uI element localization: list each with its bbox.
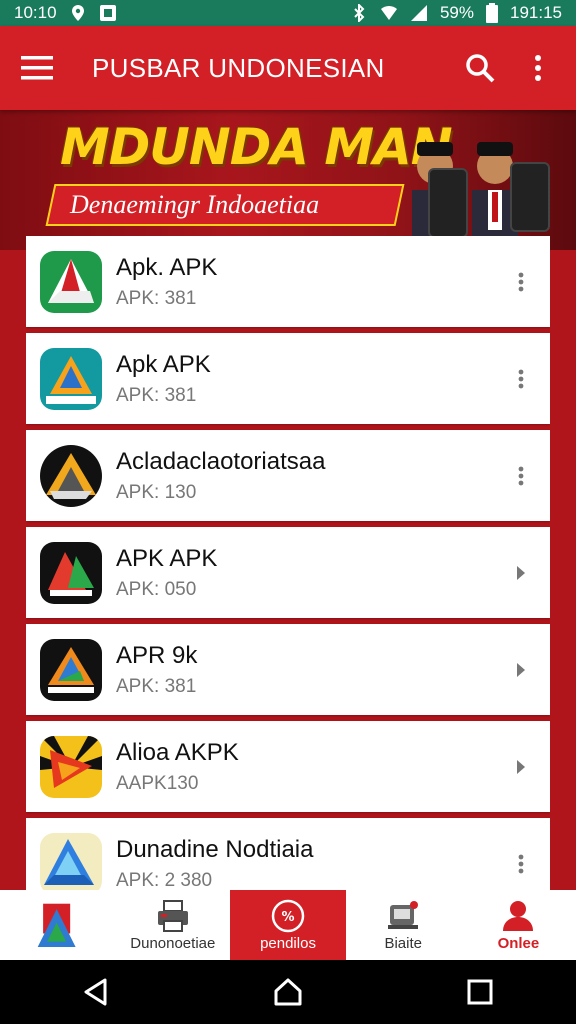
chevron-right-icon <box>517 565 525 580</box>
app-name: Acladaclaotoriatsaa <box>116 447 326 475</box>
more-vertical-icon <box>518 854 524 873</box>
app-version: APK: 381 <box>116 384 197 406</box>
nav-label: pendilos <box>260 934 316 952</box>
phone-illustration <box>510 162 550 232</box>
list-item[interactable]: Acladaclaotoriatsaa APK: 130 <box>26 430 550 521</box>
list-item[interactable]: Alioa AKPK AAPK130 <box>26 721 550 812</box>
app-icon-triangle-blue <box>40 832 102 890</box>
system-navigation-bar <box>0 960 576 1024</box>
app-icon-sunburst <box>40 735 102 798</box>
app-title: PUSBAR UNDONESIAN <box>92 52 385 83</box>
item-arrow-button[interactable] <box>506 558 536 588</box>
sale-icon: % <box>271 899 305 932</box>
battery-percent: 59% <box>439 3 474 22</box>
app-name: APR 9k <box>116 641 198 669</box>
promo-banner[interactable]: MDUNDA MAN Denaemingr Indoaetiaa <box>0 110 576 250</box>
banner-headline: MDUNDA MAN <box>60 118 453 176</box>
item-more-button[interactable] <box>506 267 536 297</box>
app-version: APK: 381 <box>116 287 197 309</box>
item-more-button[interactable] <box>506 364 536 394</box>
location-icon <box>71 5 84 21</box>
list-item[interactable]: APK APK APK: 050 <box>26 527 550 618</box>
nav-label: Dunonoetiae <box>130 934 216 952</box>
more-vertical-icon <box>535 55 541 81</box>
list-item[interactable]: Apk APK APK: 381 <box>26 333 550 424</box>
back-button[interactable] <box>76 972 116 1012</box>
status-bar: 10:10 59% 191:15 <box>0 0 576 26</box>
chevron-right-icon <box>517 759 525 774</box>
wifi-icon <box>380 5 397 20</box>
item-more-button[interactable] <box>506 849 536 879</box>
back-triangle-icon <box>84 978 107 1006</box>
home-button[interactable] <box>268 972 308 1012</box>
app-name: APK APK <box>116 544 218 572</box>
nav-label: Biaite <box>384 934 422 952</box>
app-list: Apk. APK APK: 381 Apk APK APK: 381 Aclad… <box>26 236 550 890</box>
item-arrow-button[interactable] <box>506 655 536 685</box>
signal-icon <box>410 5 427 21</box>
recents-button[interactable] <box>460 972 500 1012</box>
item-more-button[interactable] <box>506 461 536 491</box>
nav-dunonoetiae[interactable]: Dunonoetiae <box>115 890 230 960</box>
app-version: APK: 050 <box>116 578 197 600</box>
svg-text:%: % <box>281 910 294 925</box>
scanner-icon <box>388 900 419 929</box>
app-icon-triangle-green <box>40 250 102 313</box>
app-version: AAPK130 <box>116 772 199 794</box>
phone-illustration <box>428 168 468 238</box>
app-version: APK: 2 380 <box>116 869 213 891</box>
app-version: APK: 381 <box>116 675 197 697</box>
app-icon-triangle-black <box>40 541 102 604</box>
banner-subtitle: Denaemingr Indoaetiaa <box>70 190 320 219</box>
chevron-right-icon <box>517 662 525 677</box>
app-icon-triangle-gold <box>40 444 102 507</box>
more-vertical-icon <box>518 466 524 485</box>
item-arrow-button[interactable] <box>506 752 536 782</box>
overflow-menu-button[interactable] <box>518 48 558 88</box>
app-icon-triangle-teal <box>40 347 102 410</box>
app-icon-triangle-dark <box>40 638 102 701</box>
list-item[interactable]: APR 9k APK: 381 <box>26 624 550 715</box>
bottom-navigation: Dunonoetiae % pendilos Biaite Onlee <box>0 890 576 960</box>
home-circle-icon <box>274 978 302 1006</box>
nav-label: Onlee <box>497 934 540 952</box>
app-name: Apk APK <box>116 350 211 378</box>
hamburger-icon <box>21 56 53 80</box>
recents-square-icon <box>467 979 493 1005</box>
more-vertical-icon <box>518 369 524 388</box>
list-item[interactable]: Apk. APK APK: 381 <box>26 236 550 327</box>
search-button[interactable] <box>460 48 500 88</box>
list-item[interactable]: Dunadine Nodtiaia APK: 2 380 <box>26 818 550 890</box>
nav-onlee[interactable]: Onlee <box>461 890 576 960</box>
nav-pendilos[interactable]: % pendilos <box>230 890 346 960</box>
app-version: APK: 130 <box>116 481 197 503</box>
printer-icon <box>157 899 188 932</box>
more-vertical-icon <box>518 272 524 291</box>
person-icon <box>503 900 534 931</box>
search-icon <box>466 54 495 83</box>
bluetooth-icon <box>354 4 365 22</box>
app-name: Alioa AKPK <box>116 738 239 766</box>
battery-icon <box>486 3 498 23</box>
nav-home[interactable] <box>0 890 115 960</box>
home-logo-icon <box>37 903 76 947</box>
menu-button[interactable] <box>18 48 58 88</box>
image-notification-icon <box>99 5 116 21</box>
app-name: Dunadine Nodtiaia <box>116 835 314 863</box>
status-time: 10:10 <box>14 3 57 22</box>
status-clock: 191:15 <box>510 3 562 22</box>
nav-biaite[interactable]: Biaite <box>346 890 461 960</box>
app-bar: PUSBAR UNDONESIAN <box>0 26 576 110</box>
app-name: Apk. APK <box>116 253 218 281</box>
